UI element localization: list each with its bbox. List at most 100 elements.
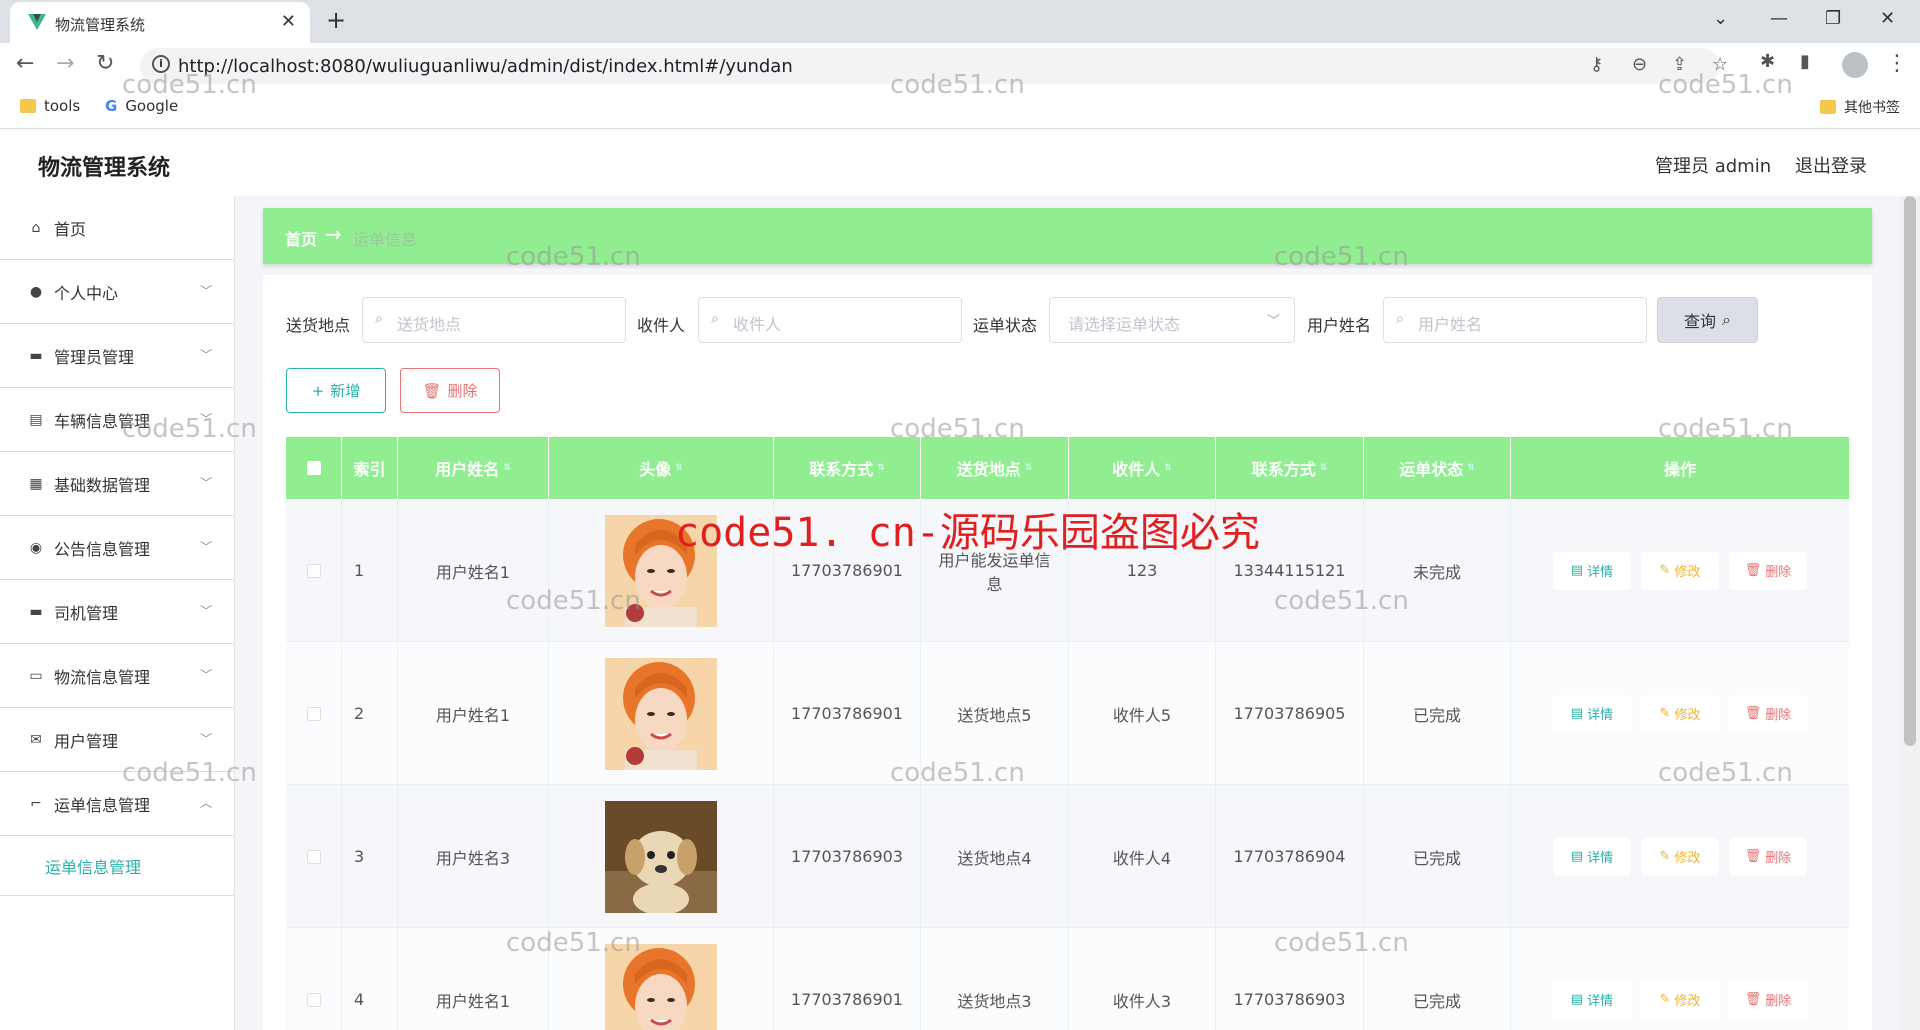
delete-button[interactable]: 🗑 删除	[1729, 980, 1807, 1019]
back-icon[interactable]: ←	[16, 51, 34, 76]
trash-icon: 🗑	[1744, 706, 1762, 721]
message-icon: ▭	[29, 667, 43, 684]
cell-receiver-phone: 13344115121	[1216, 499, 1364, 642]
browser-tab[interactable]: 物流管理系统 ✕	[10, 2, 310, 43]
sidebar-item-basedata[interactable]: ▦ 基础数据管理 ﹀	[0, 452, 234, 516]
sidebar-item-home[interactable]: ⌂ 首页	[0, 196, 234, 260]
row-checkbox[interactable]	[286, 499, 342, 642]
table-body: 1 用户姓名1 17703786901 用户能发运单信息 123 13344115121 未…	[286, 499, 1849, 1030]
other-bookmarks[interactable]: 其他书签	[1820, 97, 1900, 117]
side-panel-icon[interactable]: ▮	[1800, 51, 1810, 72]
col-receiver[interactable]: 收件人 ⇅	[1069, 437, 1216, 499]
restore-icon[interactable]: ❐	[1825, 8, 1841, 29]
plus-icon: +	[311, 381, 325, 400]
search-label-address: 送货地点	[286, 316, 351, 335]
home-icon: ⌂	[31, 219, 41, 236]
edit-button[interactable]: ✎ 修改	[1641, 837, 1719, 876]
cell-address: 用户能发运单信息	[921, 499, 1069, 642]
row-checkbox[interactable]	[286, 928, 342, 1030]
search-icon: ⌕	[711, 311, 719, 327]
sidebar-item-waybills[interactable]: ⌐ 运单信息管理 ︿	[0, 772, 234, 836]
status-select[interactable]: 请选择运单状态 ﹀	[1049, 297, 1295, 343]
col-status[interactable]: 运单状态 ⇅	[1364, 437, 1511, 499]
table-row: 4 用户姓名1 17703786901 送货地点3 收件人3 17703786903 已完成…	[286, 928, 1849, 1030]
sidebar-subitem-waybill-manage[interactable]: 运单信息管理	[0, 836, 234, 896]
app-title: 物流管理系统	[38, 156, 171, 181]
bookmark-google[interactable]: G Google	[105, 97, 178, 115]
cell-operations: ▤ 详情 ✎ 修改 🗑 删除	[1511, 928, 1849, 1030]
col-username[interactable]: 用户姓名 ⇅	[398, 437, 549, 499]
cell-receiver: 123	[1069, 499, 1216, 642]
row-checkbox[interactable]	[286, 785, 342, 928]
detail-button[interactable]: ▤ 详情	[1553, 551, 1631, 590]
forward-icon[interactable]: →	[56, 51, 74, 76]
detail-button[interactable]: ▤ 详情	[1553, 980, 1631, 1019]
delete-button[interactable]: 🗑 删除	[1729, 837, 1807, 876]
girl-photo	[605, 657, 717, 770]
key-icon[interactable]: ⚷	[1590, 54, 1603, 75]
col-avatar[interactable]: 头像 ⇅	[549, 437, 774, 499]
close-tab-icon[interactable]: ✕	[281, 11, 296, 32]
zoom-icon[interactable]: ⊖	[1632, 54, 1647, 75]
scrollbar[interactable]	[1900, 196, 1920, 1030]
reload-icon[interactable]: ↻	[96, 51, 114, 76]
site-info-icon[interactable]: i	[152, 55, 170, 73]
tab-title: 物流管理系统	[55, 16, 146, 34]
profile-icon[interactable]	[1842, 52, 1868, 78]
sidebar-item-admins[interactable]: ▬ 管理员管理 ﹀	[0, 324, 234, 388]
minimize-icon[interactable]: —	[1770, 8, 1788, 29]
close-window-icon[interactable]: ✕	[1880, 8, 1895, 29]
sidebar-item-notices[interactable]: ◉ 公告信息管理 ﹀	[0, 516, 234, 580]
grid-icon: ▦	[29, 475, 43, 492]
menu-icon[interactable]: ⋮	[1886, 51, 1908, 76]
detail-button[interactable]: ▤ 详情	[1553, 694, 1631, 733]
add-button[interactable]: + 新增	[286, 368, 386, 413]
star-icon[interactable]: ☆	[1712, 54, 1728, 75]
edit-button[interactable]: ✎ 修改	[1641, 980, 1719, 1019]
share-icon[interactable]: ⇪	[1672, 54, 1687, 75]
chevron-down-icon: ﹀	[199, 732, 212, 746]
logout-link[interactable]: 退出登录	[1795, 152, 1867, 178]
browser-tab-bar: 物流管理系统 ✕ + ⌄ — ❐ ✕	[0, 0, 1920, 43]
cell-status: 已完成	[1364, 642, 1511, 785]
user-icon: ●	[29, 283, 43, 300]
breadcrumb-home[interactable]: 首页	[285, 226, 317, 250]
delete-button[interactable]: 🗑 删除	[1729, 551, 1807, 590]
pencil-icon: ✎	[1659, 992, 1671, 1007]
sidebar-item-drivers[interactable]: ▬ 司机管理 ﹀	[0, 580, 234, 644]
sidebar-item-profile[interactable]: ● 个人中心 ﹀	[0, 260, 234, 324]
select-all-checkbox[interactable]	[286, 437, 342, 499]
search-label-status: 运单状态	[973, 316, 1038, 335]
tab-search-icon[interactable]: ⌄	[1713, 8, 1728, 29]
cell-avatar	[549, 785, 774, 928]
sidebar-item-users[interactable]: ✉ 用户管理 ﹀	[0, 708, 234, 772]
new-tab-icon[interactable]: +	[326, 6, 346, 34]
cell-phone: 17703786903	[774, 785, 921, 928]
cell-username: 用户姓名1	[398, 642, 549, 785]
search-input-address[interactable]: ⌕ 送货地点	[362, 297, 626, 343]
sort-icon: ⇅	[675, 462, 683, 473]
batch-delete-button[interactable]: 🗑 删除	[400, 368, 500, 413]
breadcrumb-current: 运单信息	[353, 230, 418, 249]
cell-phone: 17703786901	[774, 499, 921, 642]
query-button[interactable]: 查询 ⌕	[1657, 297, 1758, 343]
clipboard-icon: ▤	[29, 411, 43, 428]
delete-button[interactable]: 🗑 删除	[1729, 694, 1807, 733]
col-address[interactable]: 送货地点 ⇅	[921, 437, 1069, 499]
extensions-icon[interactable]: ✱	[1760, 51, 1775, 72]
url-field[interactable]: i http://localhost:8080/wuliuguanliwu/ad…	[140, 48, 1728, 84]
col-receiver-phone[interactable]: 联系方式 ⇅	[1216, 437, 1364, 499]
bookmark-tools[interactable]: tools	[20, 97, 80, 115]
sidebar-item-logistics[interactable]: ▭ 物流信息管理 ﹀	[0, 644, 234, 708]
search-input-username[interactable]: ⌕ 用户姓名	[1383, 297, 1647, 343]
sidebar-item-vehicles[interactable]: ▤ 车辆信息管理 ﹀	[0, 388, 234, 452]
edit-button[interactable]: ✎ 修改	[1641, 551, 1719, 590]
detail-button[interactable]: ▤ 详情	[1553, 837, 1631, 876]
scroll-thumb[interactable]	[1904, 196, 1916, 746]
edit-button[interactable]: ✎ 修改	[1641, 694, 1719, 733]
search-input-receiver[interactable]: ⌕ 收件人	[698, 297, 962, 343]
cell-avatar	[549, 642, 774, 785]
row-checkbox[interactable]	[286, 642, 342, 785]
cell-index: 2	[342, 642, 398, 785]
col-phone[interactable]: 联系方式 ⇅	[774, 437, 921, 499]
